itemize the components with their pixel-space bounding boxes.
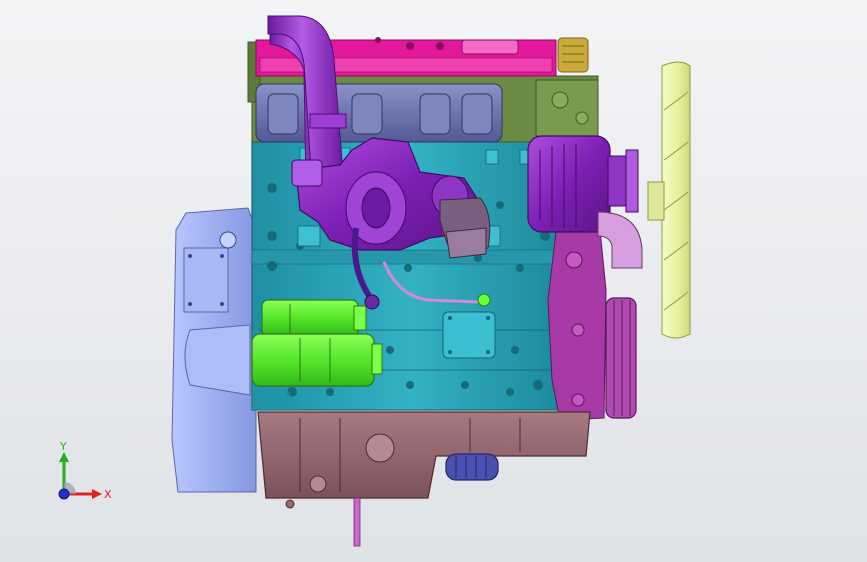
engine-assembly-model[interactable] [0, 0, 867, 562]
starter-motor[interactable] [251, 299, 383, 387]
x-axis-label: X [104, 488, 112, 501]
oil-filter[interactable] [445, 453, 499, 481]
y-axis-label: Y [59, 440, 67, 453]
reference-triad: Y X [58, 440, 112, 501]
graphics-viewport[interactable]: Y X [0, 0, 867, 562]
flywheel-housing[interactable] [171, 207, 257, 493]
oil-fill-cap[interactable] [557, 37, 589, 73]
water-outlet-elbow[interactable] [597, 211, 643, 269]
timing-cover[interactable] [547, 229, 607, 421]
dipstick-tube [353, 497, 361, 547]
exhaust-manifold[interactable] [255, 83, 503, 143]
cooling-fan[interactable] [647, 61, 691, 339]
z-axis-dot [58, 488, 70, 500]
crank-pulley[interactable] [605, 297, 637, 419]
oil-pan[interactable] [257, 411, 591, 509]
